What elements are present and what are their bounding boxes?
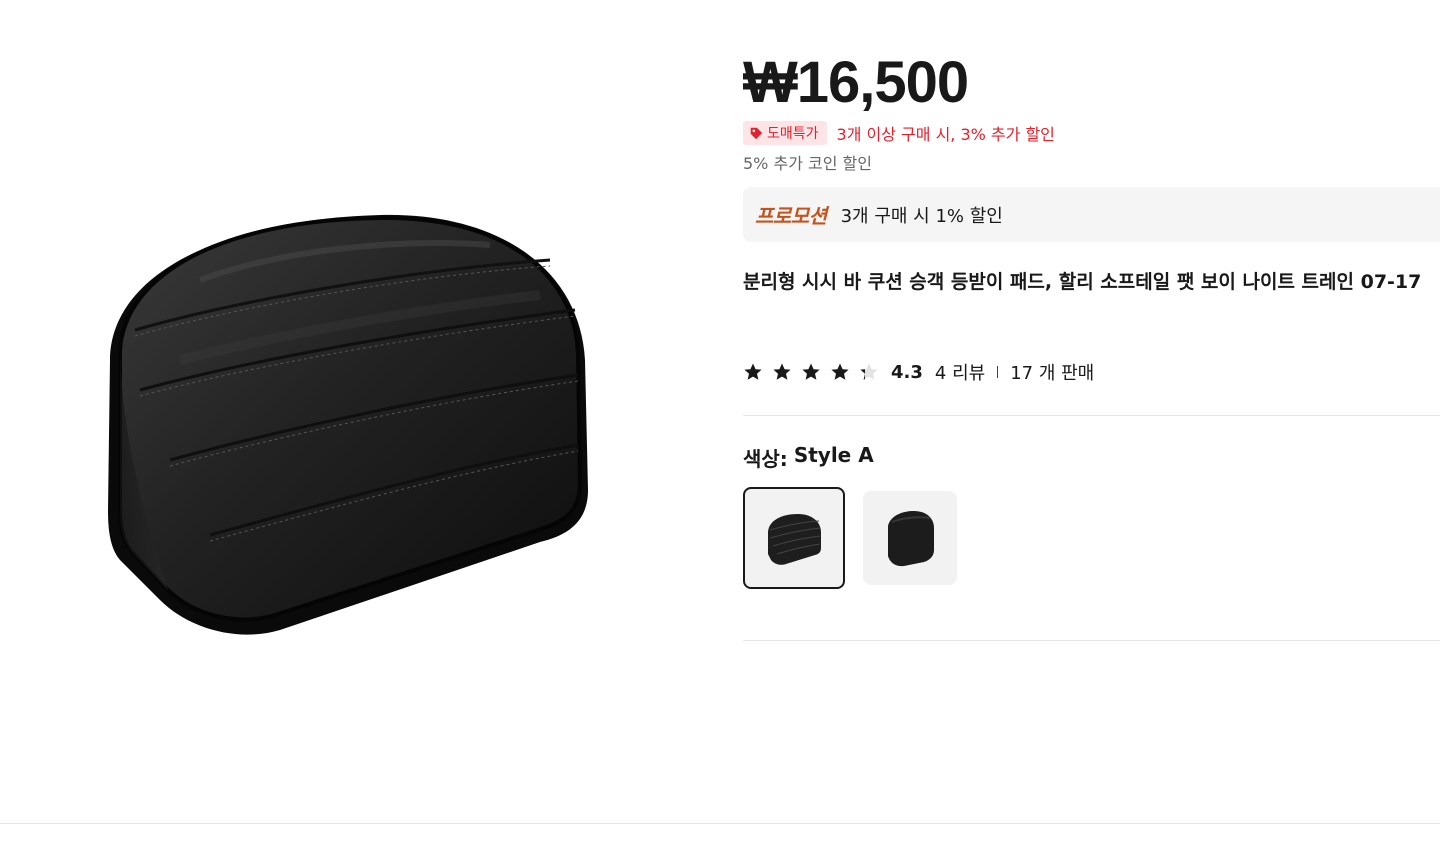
swatch-style-a-image [747, 491, 841, 585]
section-divider [0, 823, 1440, 824]
promotion-text: 3개 구매 시 1% 할인 [840, 205, 1003, 227]
partial-star-icon [860, 363, 878, 380]
backrest-pad-image [108, 214, 588, 635]
main-product-image[interactable] [60, 120, 620, 680]
wholesale-discount-row: 도매특가 3개 이상 구매 시, 3% 추가 할인 [743, 120, 1055, 146]
rating-row: 4.3 4 리뷰 17 개 판매 [743, 358, 1094, 386]
selected-color-value: Style A [793, 443, 874, 467]
color-label: 색상: [743, 447, 788, 471]
rating-value: 4.3 [891, 361, 923, 383]
wholesale-badge: 도매특가 [743, 121, 827, 145]
review-count-link[interactable]: 4 리뷰 [935, 359, 985, 385]
wholesale-discount-text: 3개 이상 구매 시, 3% 추가 할인 [836, 125, 1055, 144]
divider [743, 415, 1440, 416]
product-page: ₩16,500 도매특가 3개 이상 구매 시, 3% 추가 할인 5% 추가 … [0, 0, 1440, 852]
coin-discount-text: 5% 추가 코인 할인 [743, 154, 872, 173]
star-icon [773, 363, 791, 380]
color-swatches [743, 487, 957, 589]
divider [743, 640, 1440, 641]
swatch-style-b[interactable] [863, 491, 957, 585]
product-price: ₩16,500 [743, 50, 969, 115]
promotion-box[interactable]: 프로모션 3개 구매 시 1% 할인 [743, 187, 1440, 242]
tag-icon [750, 127, 763, 140]
product-title: 분리형 시시 바 쿠션 승객 등받이 패드, 할리 소프테일 팻 보이 나이트 … [743, 271, 1422, 293]
star-icon [831, 363, 849, 380]
product-info: ₩16,500 도매특가 3개 이상 구매 시, 3% 추가 할인 5% 추가 … [743, 0, 1440, 852]
star-rating[interactable] [743, 362, 879, 382]
star-icon [802, 363, 820, 380]
backrest-thumbnail [768, 514, 821, 565]
separator [997, 366, 999, 378]
wholesale-badge-label: 도매특가 [767, 126, 819, 142]
color-selection-label: 색상: Style A [743, 443, 874, 472]
star-icon [744, 363, 762, 380]
promotion-label: 프로모션 [755, 204, 827, 228]
swatch-style-a[interactable] [743, 487, 845, 589]
sold-count: 17 개 판매 [1010, 363, 1095, 384]
backrest-thumbnail [888, 511, 934, 567]
